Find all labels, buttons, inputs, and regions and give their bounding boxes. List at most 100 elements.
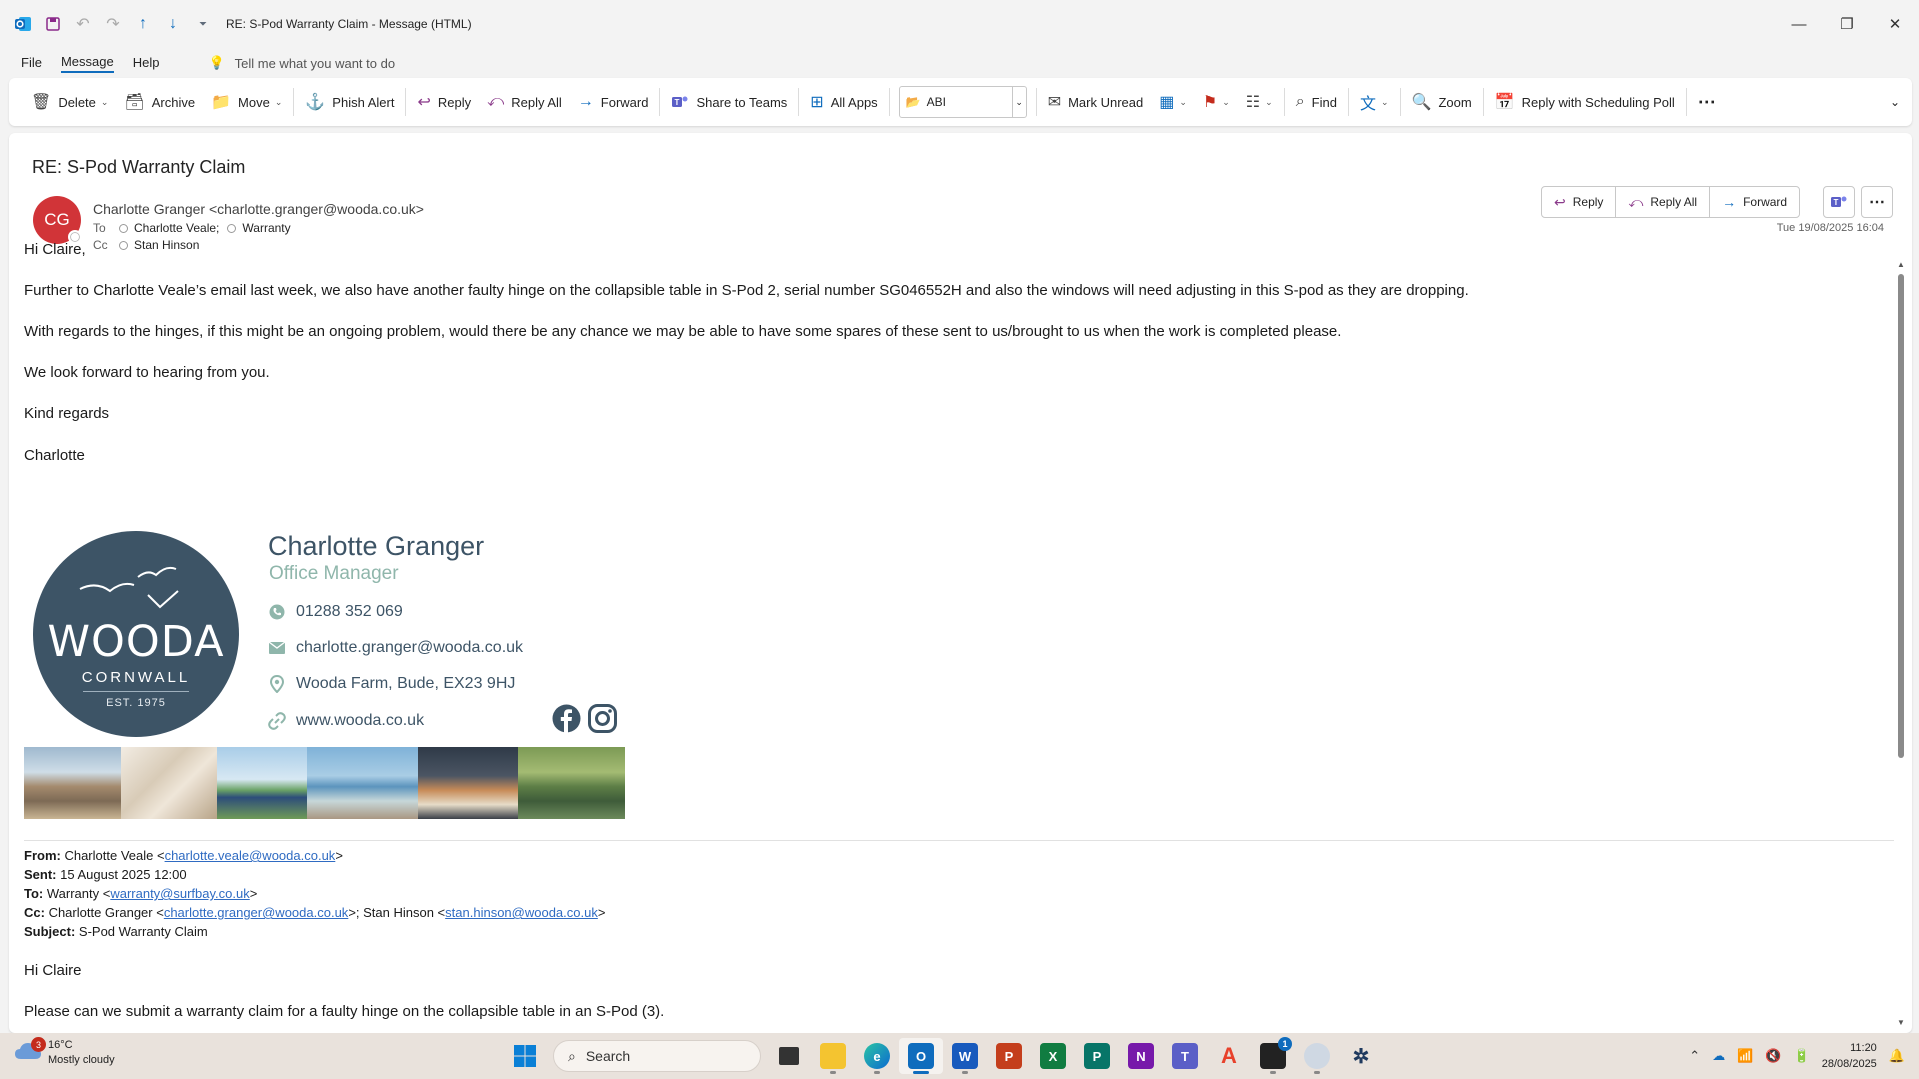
- signature-website[interactable]: www.wooda.co.uk: [268, 712, 424, 730]
- logo-established: EST. 1975: [106, 697, 166, 709]
- weather-desc: Mostly cloudy: [48, 1054, 115, 1066]
- save-icon[interactable]: [38, 9, 68, 39]
- sender-name[interactable]: Charlotte Granger <charlotte.granger@woo…: [93, 201, 424, 217]
- onenote-button[interactable]: N: [1119, 1038, 1163, 1074]
- abi-dropdown[interactable]: 📂 ABI ⌄: [898, 86, 1027, 118]
- battery-icon[interactable]: 🔋: [1794, 1048, 1810, 1064]
- wooda-logo: WOODA CORNWALL EST. 1975: [33, 531, 239, 737]
- scroll-up-arrow-icon[interactable]: ▲: [1896, 260, 1906, 269]
- zoom-icon: 🔍: [1411, 94, 1432, 111]
- ribbon-divider: [293, 88, 295, 116]
- edge-button[interactable]: e: [855, 1038, 899, 1074]
- customize-toolbar-icon[interactable]: ⏷: [188, 9, 218, 39]
- more-options-button[interactable]: ⋯: [1690, 86, 1724, 118]
- email-link[interactable]: charlotte.granger@wooda.co.uk: [164, 905, 348, 920]
- clock[interactable]: 11:20 28/08/2025: [1822, 1040, 1877, 1072]
- phish-alert-button[interactable]: ⚓ Phish Alert: [297, 86, 402, 118]
- acrobat-button[interactable]: A: [1207, 1038, 1251, 1074]
- categorize-button[interactable]: ▦ ⌄: [1151, 86, 1195, 118]
- reply-icon: ↩: [1554, 193, 1566, 210]
- translate-button[interactable]: 文 ⌄: [1352, 86, 1397, 118]
- close-button[interactable]: ✕: [1871, 0, 1919, 48]
- reply-button[interactable]: ↩ Reply: [409, 86, 479, 118]
- fwd-subject: Subject: S-Pod Warranty Claim: [24, 924, 208, 939]
- wifi-icon[interactable]: 📶: [1737, 1048, 1753, 1064]
- email-link[interactable]: warranty@surfbay.co.uk: [110, 886, 249, 901]
- forward-button[interactable]: → Forward: [570, 86, 657, 118]
- email-link[interactable]: charlotte.veale@wooda.co.uk: [165, 848, 336, 863]
- scroll-thumb[interactable]: [1898, 274, 1904, 758]
- more-actions-button[interactable]: ⋯: [1861, 186, 1893, 218]
- ribbon-divider: [1347, 88, 1349, 116]
- move-button[interactable]: 📁 Move ⌄: [203, 86, 290, 118]
- facebook-icon[interactable]: [551, 703, 581, 733]
- fwd-sent: Sent: 15 August 2025 12:00: [24, 867, 187, 882]
- outlook-taskbar-button[interactable]: O: [899, 1038, 943, 1074]
- tab-file[interactable]: File: [21, 55, 42, 72]
- chevron-up-icon[interactable]: ⌃: [1689, 1048, 1700, 1064]
- all-apps-button[interactable]: ⊞ All Apps: [802, 86, 885, 118]
- find-button[interactable]: ⌕ Find: [1288, 86, 1345, 118]
- next-item-icon[interactable]: ↓: [158, 9, 188, 39]
- restore-button[interactable]: ❐: [1823, 0, 1871, 48]
- minimize-button[interactable]: —: [1775, 0, 1823, 48]
- recipient[interactable]: Warranty: [242, 221, 290, 235]
- powerpoint-button[interactable]: P: [987, 1038, 1031, 1074]
- mark-unread-button[interactable]: ✉ Mark Unread: [1040, 86, 1152, 118]
- signature-role: Office Manager: [269, 563, 399, 584]
- terminal-button[interactable]: 1: [1251, 1037, 1295, 1074]
- recipient[interactable]: Stan Hinson: [134, 238, 199, 252]
- collapse-ribbon-button[interactable]: ⌄: [1882, 86, 1908, 118]
- reply-all-icon: ⤺: [1628, 193, 1644, 210]
- excel-icon: X: [1040, 1043, 1066, 1069]
- reply-all-button[interactable]: ⤺ Reply All: [1616, 187, 1711, 217]
- recipient[interactable]: Charlotte Veale;: [134, 221, 219, 235]
- move-folder-icon: 📁: [211, 94, 232, 111]
- chevron-down-icon[interactable]: ⌄: [1011, 87, 1026, 117]
- rules-button[interactable]: ☷ ⌄: [1238, 86, 1281, 118]
- tell-me-search[interactable]: 💡 Tell me what you want to do: [208, 55, 395, 71]
- outlook-icon: O: [908, 1043, 934, 1069]
- archive-button[interactable]: 🗃 Archive: [116, 86, 203, 118]
- vertical-scrollbar[interactable]: ▲ ▼: [1895, 260, 1907, 1030]
- start-button[interactable]: [503, 1038, 547, 1074]
- share-to-teams-button[interactable]: T Share to Teams: [663, 86, 795, 118]
- tab-message[interactable]: Message: [60, 54, 114, 73]
- ribbon-divider: [1482, 88, 1484, 116]
- taskbar-search[interactable]: ⌕ Search: [553, 1040, 761, 1072]
- support-app-button[interactable]: ✲: [1339, 1038, 1383, 1074]
- scroll-down-arrow-icon[interactable]: ▼: [1896, 1018, 1906, 1027]
- reply-scheduling-poll-button[interactable]: 📅 Reply with Scheduling Poll: [1487, 86, 1683, 118]
- signature-email[interactable]: charlotte.granger@wooda.co.uk: [268, 639, 523, 657]
- forward-button[interactable]: → Forward: [1710, 187, 1799, 217]
- email-link[interactable]: stan.hinson@wooda.co.uk: [445, 905, 598, 920]
- follow-up-button[interactable]: ⚑ ⌄: [1195, 86, 1238, 118]
- redo-icon[interactable]: ↷: [98, 9, 128, 39]
- signature-phone: 01288 352 069: [268, 603, 403, 621]
- tab-help[interactable]: Help: [133, 55, 160, 72]
- previous-item-icon[interactable]: ↑: [128, 9, 158, 39]
- teams-share-button[interactable]: T: [1823, 186, 1855, 218]
- browser-button[interactable]: [1295, 1038, 1339, 1074]
- notification-bell-icon[interactable]: 🔔: [1889, 1048, 1905, 1064]
- logo-divider: [83, 691, 189, 692]
- speaker-muted-icon[interactable]: 🔇: [1765, 1048, 1781, 1064]
- window-title: RE: S-Pod Warranty Claim - Message (HTML…: [226, 17, 472, 31]
- task-view-button[interactable]: [767, 1038, 811, 1074]
- instagram-icon[interactable]: [587, 703, 617, 733]
- word-button[interactable]: W: [943, 1038, 987, 1074]
- publisher-button[interactable]: P: [1075, 1038, 1119, 1074]
- phish-hook-icon: ⚓: [305, 94, 326, 111]
- delete-button[interactable]: 🗑 Delete ⌄: [23, 86, 116, 118]
- file-explorer-button[interactable]: [811, 1038, 855, 1074]
- undo-icon[interactable]: ↶: [68, 9, 98, 39]
- weather-widget[interactable]: 3 16°C Mostly cloudy: [14, 1037, 115, 1068]
- cloud-icon: 3: [14, 1037, 46, 1067]
- reply-all-button[interactable]: ⤺ Reply All: [479, 86, 570, 118]
- excel-button[interactable]: X: [1031, 1038, 1075, 1074]
- onedrive-icon[interactable]: ☁: [1712, 1048, 1725, 1064]
- reply-button[interactable]: ↩ Reply: [1542, 187, 1617, 217]
- chevron-down-icon[interactable]: ⌄: [101, 97, 109, 108]
- zoom-button[interactable]: 🔍 Zoom: [1404, 86, 1480, 118]
- teams-taskbar-button[interactable]: T: [1163, 1038, 1207, 1074]
